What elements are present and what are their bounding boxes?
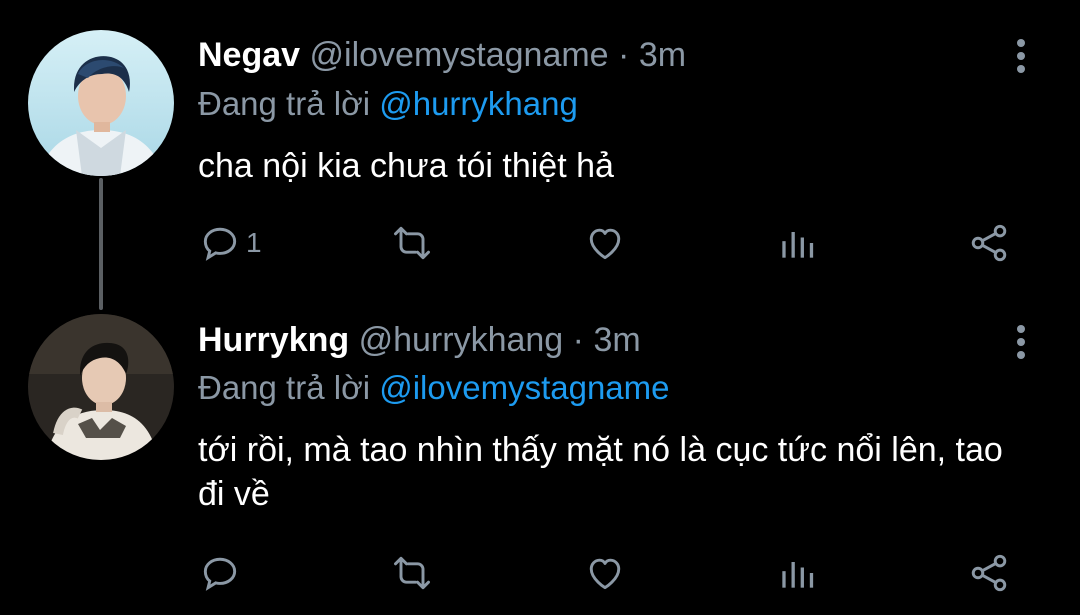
tweet-text: cha nội kia chưa tói thiệt hả [198, 147, 614, 185]
replying-to: Đang trả lời @hurrykhang [198, 84, 578, 124]
tweet-header: Hurrykng @hurrykhang · 3m [198, 320, 641, 360]
reply-button[interactable] [198, 548, 246, 598]
views-button[interactable] [775, 548, 819, 598]
replying-to-mention[interactable]: @hurrykhang [379, 85, 578, 122]
timestamp[interactable]: 3m [593, 321, 640, 359]
share-button[interactable] [967, 548, 1011, 598]
replying-to-mention[interactable]: @ilovemystagname [379, 369, 669, 406]
retweet-icon [394, 226, 430, 260]
tweet-actions [0, 548, 1080, 598]
share-button[interactable] [967, 218, 1011, 268]
tweet-text: tới rồi, mà tao nhìn thấy mặt nó là cục … [198, 431, 1003, 513]
separator-dot: · [618, 36, 630, 74]
retweet-icon [394, 556, 430, 590]
retweet-button[interactable] [390, 218, 434, 268]
views-icon [782, 562, 814, 588]
replying-to-label: Đang trả lời [198, 85, 371, 122]
tweet-2[interactable]: Hurrykng @hurrykhang · 3m Đang trả lời @… [0, 300, 1080, 615]
like-button[interactable] [583, 218, 627, 268]
tweet-1[interactable]: Negav @ilovemystagname · 3m Đang trả lời… [0, 0, 1080, 300]
reply-icon [203, 227, 237, 261]
like-icon [589, 228, 621, 260]
user-handle[interactable]: @hurrykhang [359, 321, 564, 359]
reply-button[interactable]: 1 [198, 218, 262, 268]
replying-to: Đang trả lời @ilovemystagname [198, 368, 670, 408]
reply-icon [203, 557, 237, 591]
retweet-button[interactable] [390, 548, 434, 598]
share-icon [971, 554, 1007, 592]
views-icon [782, 232, 814, 258]
timestamp[interactable]: 3m [639, 36, 686, 74]
avatar[interactable] [28, 314, 174, 460]
share-icon [971, 224, 1007, 262]
user-handle[interactable]: @ilovemystagname [310, 36, 609, 74]
display-name[interactable]: Negav [198, 36, 300, 74]
more-options-button[interactable] [1010, 36, 1032, 76]
tweet-header: Negav @ilovemystagname · 3m [198, 35, 686, 75]
separator-dot: · [572, 321, 584, 359]
avatar[interactable] [28, 30, 174, 176]
replying-to-label: Đang trả lời [198, 369, 371, 406]
reply-count: 1 [246, 227, 262, 258]
like-button[interactable] [583, 548, 627, 598]
views-button[interactable] [775, 218, 819, 268]
display-name[interactable]: Hurrykng [198, 321, 349, 359]
more-options-button[interactable] [1010, 322, 1032, 362]
like-icon [589, 558, 621, 590]
tweet-actions: 1 [0, 218, 1080, 268]
